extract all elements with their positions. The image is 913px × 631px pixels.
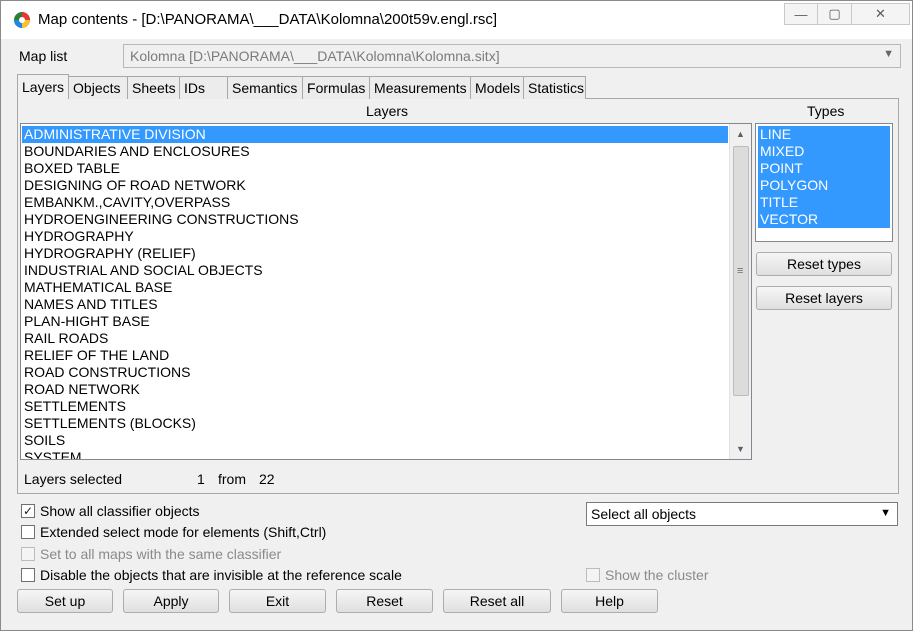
type-item[interactable]: POINT — [758, 160, 890, 177]
reset-types-button[interactable]: Reset types — [756, 252, 892, 276]
map-list-value: Kolomna [D:\PANORAMA\___DATA\Kolomna\Kol… — [130, 48, 500, 64]
chevron-down-icon: ▼ — [880, 507, 891, 519]
layer-item[interactable]: EMBANKM.,CAVITY,OVERPASS — [22, 194, 728, 211]
tab-ids[interactable]: IDs — [180, 76, 229, 99]
type-item[interactable]: MIXED — [758, 143, 890, 160]
minimize-icon: — — [794, 6, 808, 22]
map-list-select[interactable]: Kolomna [D:\PANORAMA\___DATA\Kolomna\Kol… — [123, 44, 901, 68]
show-all-checkbox[interactable]: ✓ — [21, 504, 35, 518]
layer-item[interactable]: INDUSTRIAL AND SOCIAL OBJECTS — [22, 262, 728, 279]
tab-sheets[interactable]: Sheets — [128, 76, 181, 99]
title-bar[interactable]: Map contents - [D:\PANORAMA\___DATA\Kolo… — [1, 1, 912, 39]
scroll-down-icon[interactable]: ▼ — [730, 439, 751, 459]
layer-item[interactable]: RELIEF OF THE LAND — [22, 347, 728, 364]
close-icon: ✕ — [875, 6, 886, 21]
tab-measurements[interactable]: Measurements — [370, 76, 472, 99]
layer-item[interactable]: PLAN-HIGHT BASE — [22, 313, 728, 330]
layer-item[interactable]: HYDROGRAPHY (RELIEF) — [22, 245, 728, 262]
layer-item[interactable]: SETTLEMENTS — [22, 398, 728, 415]
layer-item[interactable]: MATHEMATICAL BASE — [22, 279, 728, 296]
same-classifier-option: Set to all maps with the same classifier — [21, 545, 281, 563]
setup-button[interactable]: Set up — [17, 589, 113, 613]
layer-item[interactable]: ROAD NETWORK — [22, 381, 728, 398]
layer-item[interactable]: HYDROENGINEERING CONSTRUCTIONS — [22, 211, 728, 228]
layers-listbox[interactable]: ADMINISTRATIVE DIVISION BOUNDARIES AND E… — [20, 123, 752, 460]
disable-invisible-label: Disable the objects that are invisible a… — [40, 567, 402, 583]
layer-item[interactable]: NAMES AND TITLES — [22, 296, 728, 313]
show-all-option[interactable]: ✓ Show all classifier objects — [21, 502, 200, 520]
types-heading: Types — [807, 103, 845, 119]
scroll-thumb[interactable]: ≡ — [733, 146, 749, 396]
disable-invisible-checkbox[interactable] — [21, 568, 35, 582]
tab-statistics[interactable]: Statistics — [524, 76, 587, 99]
layer-item[interactable]: ROAD CONSTRUCTIONS — [22, 364, 728, 381]
layer-item[interactable]: BOUNDARIES AND ENCLOSURES — [22, 143, 728, 160]
exit-button[interactable]: Exit — [229, 589, 326, 613]
extended-select-checkbox[interactable] — [21, 525, 35, 539]
disable-invisible-option[interactable]: Disable the objects that are invisible a… — [21, 566, 402, 584]
layers-heading: Layers — [366, 103, 409, 119]
reset-layers-button[interactable]: Reset layers — [756, 286, 892, 310]
layer-item[interactable]: DESIGNING OF ROAD NETWORK — [22, 177, 728, 194]
layer-item[interactable]: RAIL ROADS — [22, 330, 728, 347]
help-button[interactable]: Help — [561, 589, 658, 613]
checkmark-icon: ✓ — [22, 504, 34, 518]
layer-item[interactable]: SOILS — [22, 432, 728, 449]
types-listbox[interactable]: LINE MIXED POINT POLYGON TITLE VECTOR — [755, 123, 893, 242]
extended-select-label: Extended select mode for elements (Shift… — [40, 524, 327, 540]
layer-item[interactable]: SETTLEMENTS (BLOCKS) — [22, 415, 728, 432]
maximize-button[interactable]: ▢ — [818, 3, 852, 25]
tab-bar: Layers Objects Sheets IDs Semantics Form… — [17, 74, 587, 99]
object-select-dropdown[interactable]: Select all objects ▼ — [586, 502, 898, 526]
object-select-value: Select all objects — [591, 506, 697, 522]
layers-from-label: from — [218, 471, 246, 487]
extended-select-option[interactable]: Extended select mode for elements (Shift… — [21, 523, 326, 541]
reset-all-button[interactable]: Reset all — [443, 589, 551, 613]
tab-objects[interactable]: Objects — [69, 76, 129, 99]
show-all-label: Show all classifier objects — [40, 503, 200, 519]
type-item[interactable]: POLYGON — [758, 177, 890, 194]
maximize-icon: ▢ — [828, 6, 841, 21]
layers-total-count: 22 — [259, 471, 275, 487]
tab-models[interactable]: Models — [471, 76, 525, 99]
tab-semantics[interactable]: Semantics — [228, 76, 304, 99]
layers-list: ADMINISTRATIVE DIVISION BOUNDARIES AND E… — [22, 126, 728, 459]
tab-formulas[interactable]: Formulas — [303, 76, 371, 99]
show-cluster-option: Show the cluster — [586, 566, 709, 584]
map-list-label: Map list — [19, 48, 68, 64]
type-item[interactable]: TITLE — [758, 194, 890, 211]
layer-item[interactable]: BOXED TABLE — [22, 160, 728, 177]
reset-button[interactable]: Reset — [336, 589, 433, 613]
window-controls: — ▢ ✕ — [784, 3, 910, 25]
close-button[interactable]: ✕ — [852, 3, 910, 25]
scroll-up-icon[interactable]: ▲ — [730, 124, 751, 144]
layer-item[interactable]: HYDROGRAPHY — [22, 228, 728, 245]
layers-selected-count: 1 — [197, 471, 205, 487]
tab-layers[interactable]: Layers — [17, 74, 70, 99]
show-cluster-checkbox — [586, 568, 600, 582]
scroll-grip-icon: ≡ — [737, 265, 744, 277]
layer-item[interactable]: ADMINISTRATIVE DIVISION — [22, 126, 728, 143]
same-classifier-checkbox — [21, 547, 35, 561]
minimize-button[interactable]: — — [784, 3, 818, 25]
map-contents-window: Map contents - [D:\PANORAMA\___DATA\Kolo… — [0, 0, 913, 631]
type-item[interactable]: VECTOR — [758, 211, 890, 228]
same-classifier-label: Set to all maps with the same classifier — [40, 546, 282, 562]
chevron-down-icon: ▼ — [883, 48, 894, 60]
window-title: Map contents - [D:\PANORAMA\___DATA\Kolo… — [38, 11, 498, 28]
type-item[interactable]: LINE — [758, 126, 890, 143]
show-cluster-label: Show the cluster — [605, 567, 709, 583]
layer-item[interactable]: SYSTEM — [22, 449, 728, 459]
panorama-app-icon — [14, 12, 30, 28]
layers-selected-label: Layers selected — [24, 471, 123, 487]
layers-scrollbar[interactable]: ▲ ≡ ▼ — [729, 124, 751, 459]
apply-button[interactable]: Apply — [123, 589, 219, 613]
